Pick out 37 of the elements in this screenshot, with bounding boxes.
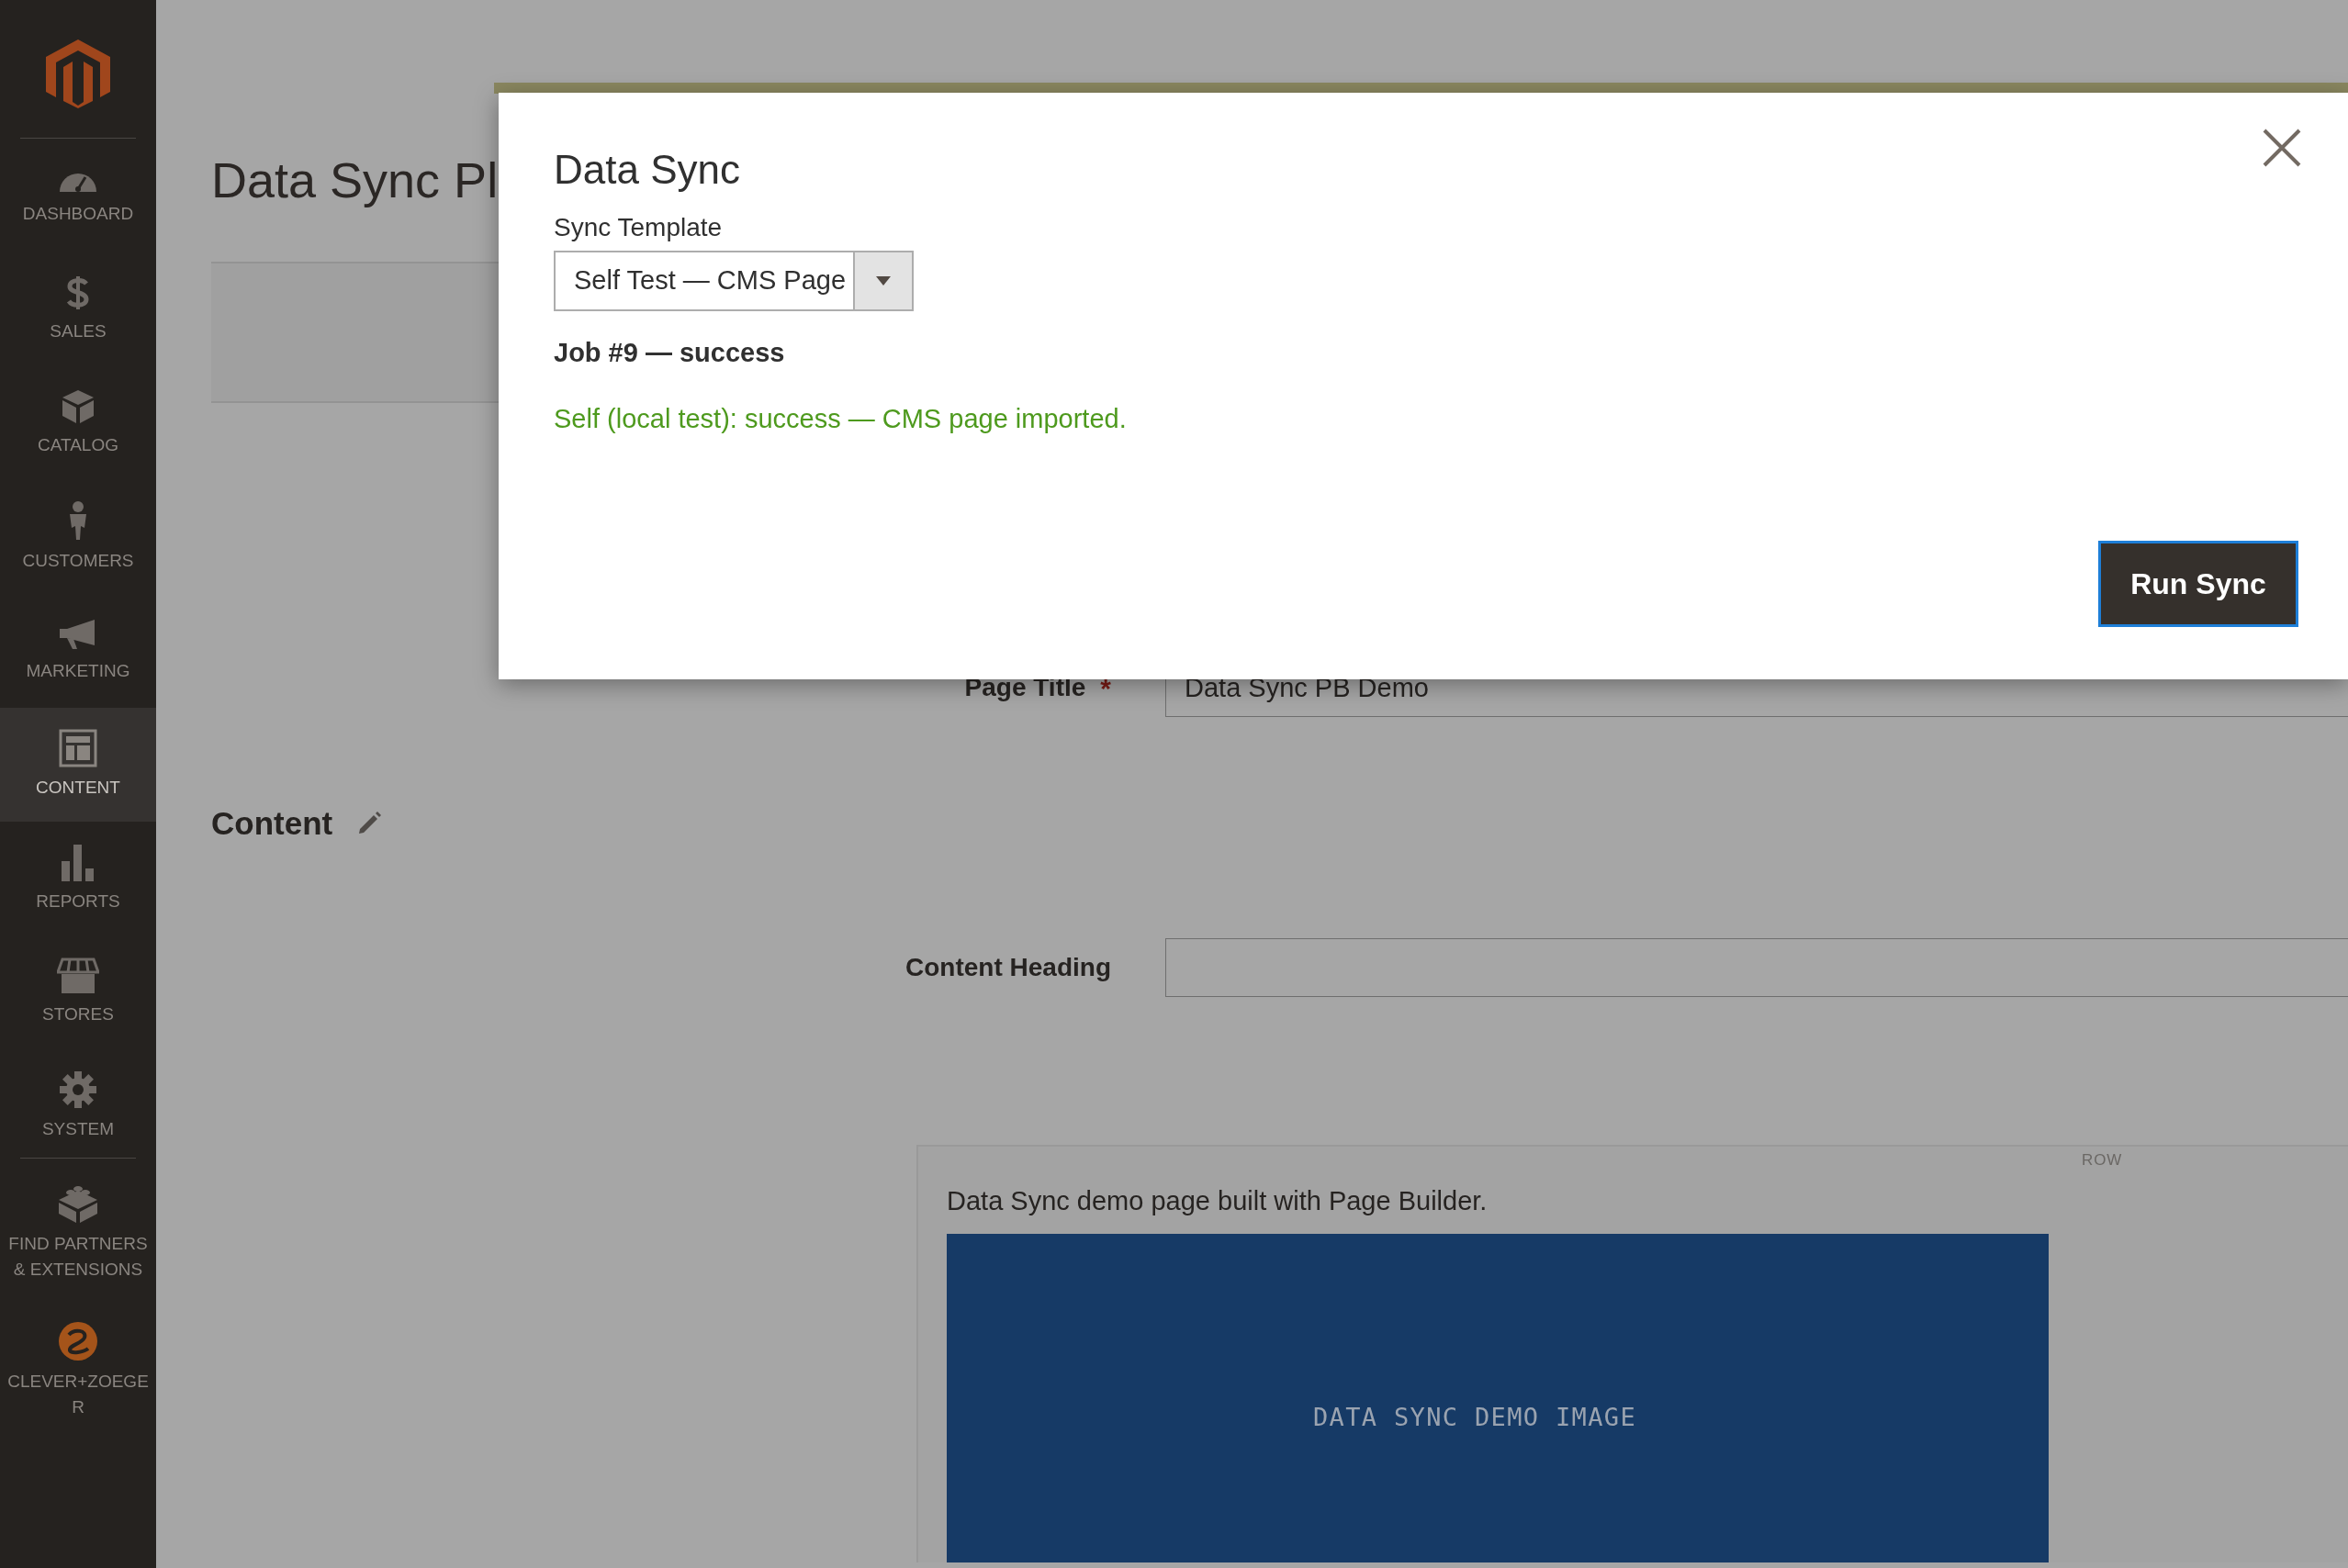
brick-icon: [57, 1183, 99, 1224]
box-icon: [61, 388, 95, 425]
field-label: Content Heading: [905, 951, 1111, 983]
status-message: Self (local test): success — CMS page imported.: [554, 403, 1127, 433]
required-mark: *: [1100, 671, 1111, 705]
input-field[interactable]: [1165, 937, 2348, 997]
swirl-logo-icon: [58, 1321, 98, 1361]
caret-icon: [876, 276, 891, 286]
sidebar-item[interactable]: STORES: [0, 935, 156, 1049]
field-label: Sync Template: [554, 213, 723, 241]
close-icon: [2262, 128, 2302, 168]
sidebar-item[interactable]: SYSTEM: [0, 1049, 156, 1163]
sidebar-item[interactable]: CONTENT: [0, 708, 156, 822]
section-title: Content: [211, 804, 333, 843]
modal-title: Data Sync: [554, 146, 740, 194]
layout-icon: [59, 729, 97, 767]
page-title: Data Sync Pl: [211, 151, 499, 209]
image-caption: DATA SYNC DEMO IMAGE: [1312, 1402, 1637, 1433]
close-button[interactable]: [2262, 128, 2302, 168]
sidebar-item[interactable]: CATALOG: [0, 366, 156, 480]
store-icon: [57, 958, 99, 994]
sidebar-item[interactable]: MARKETING: [0, 594, 156, 708]
sidebar-item[interactable]: FIND PARTNERS & EXTENSIONS: [0, 1164, 156, 1302]
sidebar-item[interactable]: REPORTS: [0, 822, 156, 935]
sidebar-item[interactable]: DASHBOARD: [0, 139, 156, 252]
job-status: Job #9 — success: [554, 338, 785, 367]
row-label: ROW: [2082, 1149, 2123, 1170]
bar-chart-icon: [60, 843, 96, 881]
template-select[interactable]: Self Test — CMS Page: [554, 251, 914, 311]
sidebar-item[interactable]: CLEVER+ZOEGER: [0, 1302, 156, 1439]
sidebar-item[interactable]: SALES: [0, 252, 156, 366]
gear-icon: [59, 1070, 97, 1109]
row-text: Data Sync demo page built with Page Builder.: [947, 1184, 1489, 1217]
sidebar-item[interactable]: CUSTOMERS: [0, 480, 156, 594]
run-sync-button[interactable]: Run Sync: [2098, 541, 2298, 627]
dollar-icon: [66, 274, 90, 311]
logo-icon[interactable]: [45, 39, 111, 108]
